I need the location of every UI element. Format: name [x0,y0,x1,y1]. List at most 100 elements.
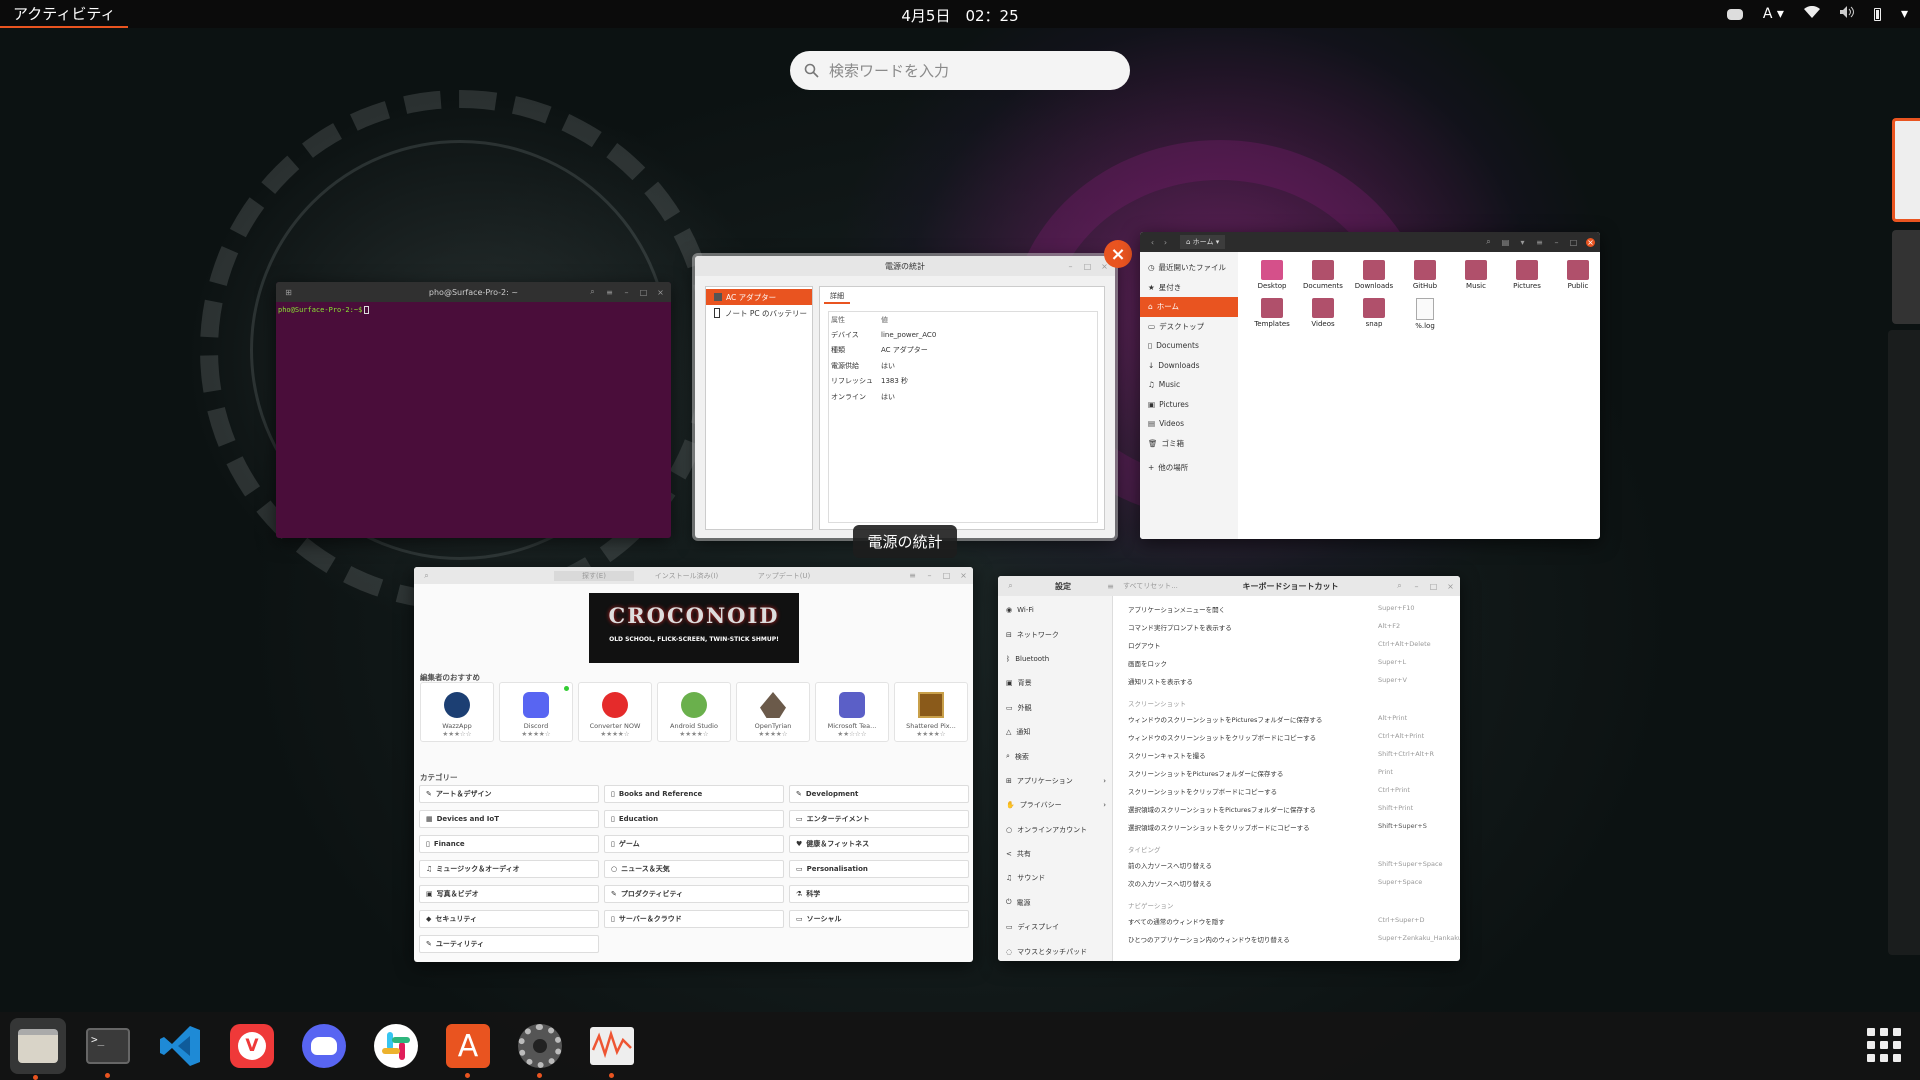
power-statistics-window[interactable]: 電源の統計 – □ × AC アダプター ノート PC のバッテリー 詳細 属性… [692,253,1118,541]
shortcut-row[interactable]: ひとつのアプリケーション内のウィンドウを切り替える Super+Zenkaku_H… [1128,934,1460,944]
view-toggle-icon[interactable]: ▤ [1501,238,1510,247]
tab-installed[interactable]: インストール済み(I) [639,571,734,581]
settings-nav-appearance[interactable]: ▭ 外観 [998,696,1112,720]
reset-all-button[interactable]: すべてリセット... [1123,581,1178,591]
minimize-icon[interactable]: – [1066,262,1075,271]
sidebar-item-documents[interactable]: ▯ Documents [1140,336,1238,356]
minimize-icon[interactable]: – [1552,238,1561,247]
software-menu-icon[interactable]: ≡ [908,571,917,580]
files-search-icon[interactable]: ⌕ [1484,237,1493,247]
shortcut-row[interactable]: アプリケーションメニューを開く Super+F10 [1128,604,1460,614]
app-card-discord[interactable]: Discord ★★★★☆ [499,682,573,742]
show-applications-button[interactable] [1867,1028,1901,1062]
settings-nav-bluetooth[interactable]: ᛒ Bluetooth [998,647,1112,671]
tab-details[interactable]: 詳細 [824,290,850,304]
category-social[interactable]: ▭ ソーシャル [789,910,969,928]
shortcut-row[interactable]: すべての通常のウィンドウを隠す Ctrl+Super+D [1128,916,1460,926]
sidebar-item-trash[interactable]: 🗑 ゴミ箱 [1140,434,1238,454]
battery-icon[interactable] [1873,7,1881,21]
terminal-search-icon[interactable]: ⌕ [588,287,597,297]
settings-nav-power[interactable]: ⏻ 電源 [998,891,1112,915]
files-menu-icon[interactable]: ≡ [1535,238,1544,247]
settings-nav-display[interactable]: ▭ ディスプレイ [998,915,1112,939]
shortcut-row[interactable]: 通知リストを表示する Super+V [1128,676,1460,686]
shortcut-row[interactable]: 選択領域のスクリーンショットをPicturesフォルダーに保存する Shift+P… [1128,804,1460,814]
category-development[interactable]: ✎ Development [789,785,969,803]
app-card-opentyrian[interactable]: OpenTyrian ★★★★☆ [736,682,810,742]
search-input[interactable]: 検索ワードを入力 [790,51,1130,90]
file-log[interactable]: %.log [1405,298,1445,330]
folder-music[interactable]: Music [1456,260,1496,290]
tab-explore[interactable]: 探す(E) [554,570,634,581]
shortcut-row[interactable]: 前の入力ソースへ切り替える Shift+Super+Space [1128,860,1460,870]
maximize-icon[interactable]: □ [639,288,648,297]
system-menu-arrow-icon[interactable]: ▾ [1901,6,1908,22]
input-method-indicator[interactable]: A ▾ [1763,6,1784,22]
shortcut-row[interactable]: ウィンドウのスクリーンショットをクリップボードにコピーする Ctrl+Alt+Pr… [1128,732,1460,742]
minimize-icon[interactable]: – [622,288,631,297]
category-photo[interactable]: ▣ 写真＆ビデオ [419,885,599,903]
minimize-icon[interactable]: – [925,571,934,580]
category-utilities[interactable]: ✎ ユーティリティ [419,935,599,953]
view-menu-icon[interactable]: ▾ [1518,238,1527,247]
folder-github[interactable]: GitHub [1405,260,1445,290]
maximize-icon[interactable]: □ [1429,582,1438,591]
dock-software[interactable]: A [442,1020,494,1078]
settings-nav-background[interactable]: ▣ 背景 [998,671,1112,695]
settings-nav-online-accounts[interactable]: ○ オンラインアカウント [998,818,1112,842]
shortcut-row[interactable]: 次の入力ソースへ切り替える Super+Space [1128,878,1460,888]
discord-tray-icon[interactable] [1726,8,1743,20]
close-icon[interactable]: × [1446,582,1455,591]
software-window[interactable]: ⌕ 探す(E) インストール済み(I) アップデート(U) ≡ – □ × CR… [414,567,973,962]
close-icon[interactable]: × [1586,237,1595,247]
terminal-content[interactable]: pho@Surface-Pro-2:~$ [276,302,671,318]
shortcut-row[interactable]: ウィンドウのスクリーンショットをPicturesフォルダーに保存する Alt+Pr… [1128,714,1460,724]
category-finance[interactable]: ▯ Finance [419,835,599,853]
maximize-icon[interactable]: □ [942,571,951,580]
files-window[interactable]: ‹ › ⌂ ホーム ▾ ⌕ ▤ ▾ ≡ – □ × ◷ 最近開いたファイル ★ 星付… [1140,232,1600,539]
sidebar-item-downloads[interactable]: ↓ Downloads [1140,356,1238,376]
app-card-wazzapp[interactable]: WazzApp ★★★☆☆ [420,682,494,742]
settings-nav-notifications[interactable]: △ 通知 [998,720,1112,744]
sidebar-item-pictures[interactable]: ▣ Pictures [1140,395,1238,415]
shortcut-row[interactable]: スクリーンショットをクリップボードにコピーする Ctrl+Print [1128,786,1460,796]
category-news[interactable]: ○ ニュース＆天気 [604,860,784,878]
sidebar-item-home[interactable]: ⌂ ホーム [1140,297,1238,317]
folder-documents[interactable]: Documents [1303,260,1343,290]
folder-desktop[interactable]: Desktop [1252,260,1292,290]
featured-banner[interactable]: CROCONOID OLD SCHOOL, FLICK-SCREEN, TWIN… [589,593,799,663]
settings-nav-sharing[interactable]: < 共有 [998,842,1112,866]
location-bar[interactable]: ⌂ ホーム ▾ [1180,235,1226,249]
software-search-icon[interactable]: ⌕ [422,571,431,580]
sidebar-item-desktop[interactable]: ▭ デスクトップ [1140,317,1238,337]
category-games[interactable]: ▯ ゲーム [604,835,784,853]
workspace-thumbnail-active[interactable] [1892,118,1920,222]
folder-public[interactable]: Public [1558,260,1598,290]
tab-updates[interactable]: アップデート(U) [739,571,829,581]
terminal-window[interactable]: ⊞ pho@Surface-Pro-2: ~ ⌕ ≡ – □ × pho@Sur… [276,282,671,538]
activities-button[interactable]: アクティビティ [0,0,129,28]
dock-discord[interactable] [298,1020,350,1072]
dock-settings[interactable] [514,1020,566,1078]
overview-close-button[interactable]: × [1104,240,1132,268]
device-item-battery[interactable]: ノート PC のバッテリー [706,305,812,321]
sidebar-item-recent[interactable]: ◷ 最近開いたファイル [1140,258,1238,278]
wifi-icon[interactable] [1803,5,1820,22]
category-art[interactable]: ✎ アート＆デザイン [419,785,599,803]
maximize-icon[interactable]: □ [1083,262,1092,271]
category-security[interactable]: ◆ セキュリティ [419,910,599,928]
sidebar-item-music[interactable]: ♫ Music [1140,375,1238,395]
dock-terminal[interactable]: >_ [82,1020,134,1078]
forward-icon[interactable]: › [1161,238,1170,247]
settings-window[interactable]: ⌕ 設定 ≡ すべてリセット... キーボードショートカット ⌕ – □ × ◉… [998,576,1460,961]
category-personalisation[interactable]: ▭ Personalisation [789,860,969,878]
app-card-android-studio[interactable]: Android Studio ★★★★☆ [657,682,731,742]
close-icon[interactable]: × [656,288,665,297]
settings-nav-search[interactable]: ⌕ 検索 [998,744,1112,768]
settings-search-icon[interactable]: ⌕ [1006,581,1015,591]
settings-menu-icon[interactable]: ≡ [1106,582,1115,591]
category-entertainment[interactable]: ▭ エンターテイメント [789,810,969,828]
category-productivity[interactable]: ✎ プロダクティビティ [604,885,784,903]
category-devices[interactable]: ▦ Devices and IoT [419,810,599,828]
shortcut-search-icon[interactable]: ⌕ [1395,581,1404,591]
